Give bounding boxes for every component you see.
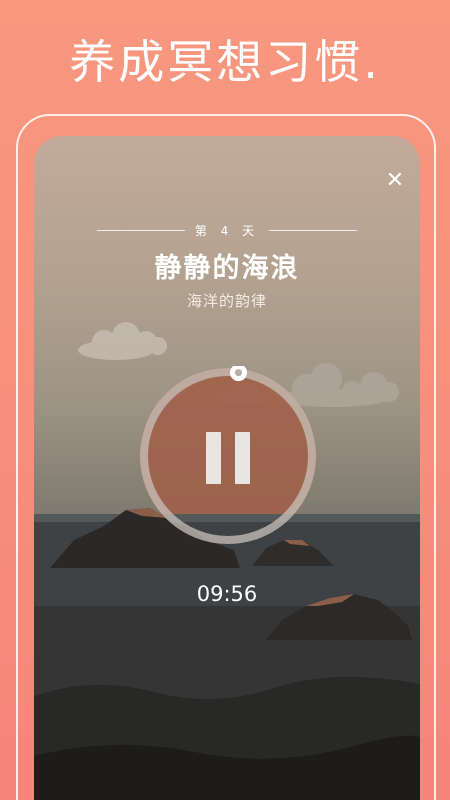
- cloud-left: [78, 322, 167, 360]
- divider-left: [96, 229, 185, 231]
- session-subtitle: 海洋的韵律: [186, 292, 267, 310]
- close-icon[interactable]: ✕: [384, 170, 406, 192]
- player-screen: ✕ 第 4 天 静静的海浪 海洋的韵律 09:56: [34, 136, 420, 800]
- divider-right: [269, 229, 358, 231]
- pause-icon-bar: [235, 432, 250, 484]
- pause-button[interactable]: [206, 432, 250, 484]
- pause-icon: [206, 432, 221, 484]
- timer: 09:56: [196, 582, 258, 606]
- headline: 养成冥想习惯.: [69, 35, 381, 89]
- day-indicator: 第 4 天: [34, 222, 420, 238]
- day-label: 第 4 天: [194, 223, 260, 238]
- progress-handle-center: [235, 369, 243, 377]
- session-title: 静静的海浪: [154, 253, 300, 284]
